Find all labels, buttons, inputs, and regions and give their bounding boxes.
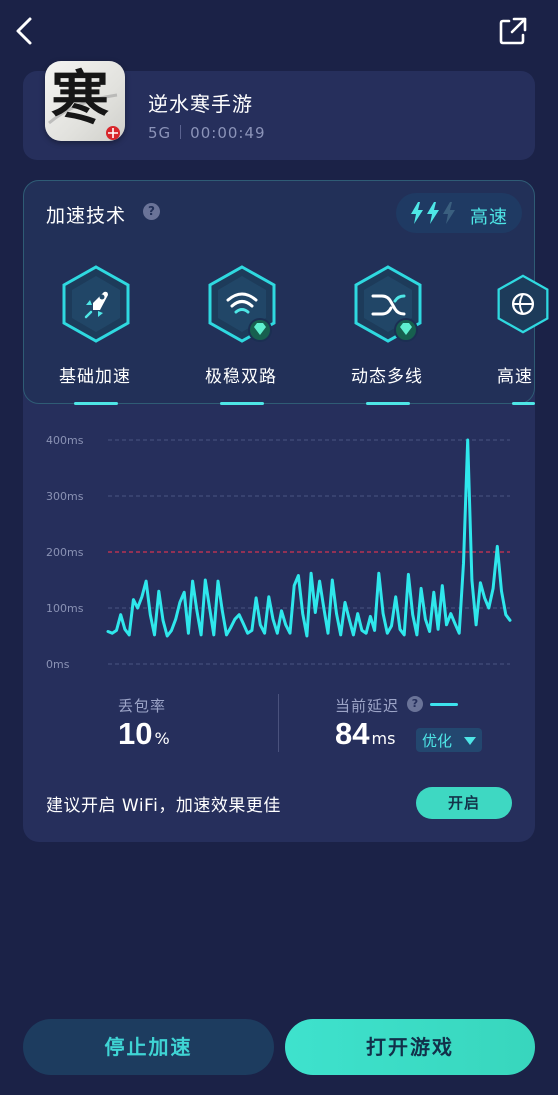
tech-label: 极稳双路 — [205, 367, 277, 387]
tech-label: 基础加速 — [59, 367, 131, 387]
latency-unit: ms — [371, 729, 396, 748]
tech-label: 动态多线 — [351, 367, 423, 387]
tech-indicator — [220, 402, 264, 405]
latency-chart: 0ms 100ms 200ms 300ms 400ms — [46, 434, 512, 671]
tech-title: 加速技术 — [46, 205, 127, 227]
enable-wifi-button[interactable]: 开启 — [416, 787, 512, 819]
share-button[interactable] — [496, 14, 528, 48]
game-app-icon: 寒 — [45, 61, 125, 141]
latency-series-line — [106, 438, 512, 638]
y-tick-label: 300ms — [46, 490, 84, 503]
y-tick-label: 400ms — [46, 434, 84, 447]
bolt-icon-inactive — [443, 202, 455, 224]
tech-indicator — [366, 402, 410, 405]
latency-value: 84 — [335, 716, 370, 751]
tech-item-basic[interactable] — [50, 264, 142, 348]
optimize-label: 优化 — [422, 732, 453, 750]
wifi-tip-text: 建议开启 WiFi，加速效果更佳 — [46, 796, 281, 816]
wifi-dual-icon — [208, 265, 276, 343]
elapsed-time: 00:00:49 — [190, 124, 266, 142]
game-title: 逆水寒手游 — [148, 92, 253, 116]
latency-help-icon[interactable]: ? — [407, 696, 423, 712]
y-tick-label: 0ms — [46, 658, 70, 671]
latency-stat: 84 ms — [335, 716, 395, 752]
stop-acceleration-button[interactable]: 停止加速 — [23, 1019, 274, 1075]
tech-item-multiline[interactable] — [342, 264, 434, 354]
packet-loss-label: 丢包率 — [118, 697, 167, 715]
chevron-down-icon — [464, 737, 476, 745]
network-type: 5G — [148, 124, 172, 142]
meta-divider — [180, 125, 182, 139]
game-icon-glyph: 寒 — [51, 64, 110, 132]
packet-loss-value: 10 — [118, 716, 153, 751]
chevron-left-icon — [16, 17, 32, 45]
bolt-icon — [411, 202, 423, 224]
packet-loss-unit: % — [154, 729, 170, 748]
rocket-icon — [62, 265, 130, 343]
stats-divider — [278, 694, 279, 752]
y-tick-label: 100ms — [46, 602, 84, 615]
tech-label: 高速 — [497, 367, 533, 387]
tech-item-highspeed[interactable] — [488, 264, 558, 348]
latency-legend-line — [430, 703, 458, 706]
tech-indicator — [512, 402, 535, 405]
back-button[interactable] — [10, 14, 42, 48]
multi-line-icon — [354, 265, 422, 343]
open-game-button[interactable]: 打开游戏 — [285, 1019, 535, 1075]
bolt-icon — [427, 202, 439, 224]
help-icon[interactable]: ? — [143, 203, 160, 220]
globe-icon — [497, 274, 549, 334]
y-tick-label: 200ms — [46, 546, 84, 559]
share-external-icon — [499, 17, 527, 45]
tech-indicator — [74, 402, 118, 405]
latency-label: 当前延迟 — [335, 697, 400, 715]
packet-loss-stat: 10% — [118, 716, 170, 752]
speed-level-label: 高速 — [470, 207, 508, 228]
connection-info: 5G 00:00:49 — [148, 124, 266, 142]
tech-item-dual[interactable] — [196, 264, 288, 354]
